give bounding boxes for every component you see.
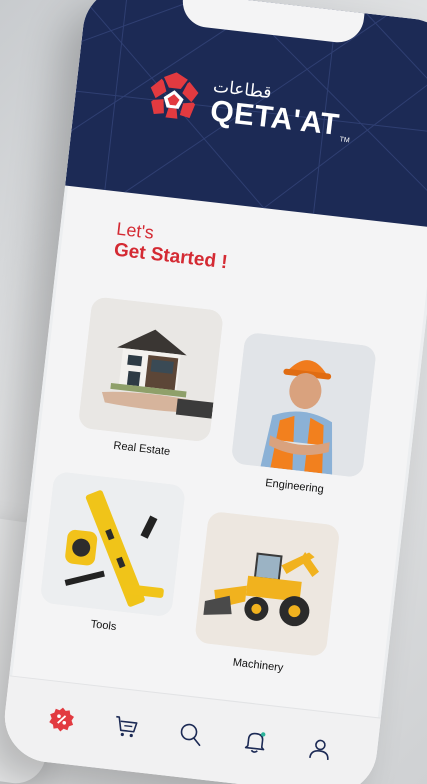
- category-card-engineering[interactable]: [230, 331, 377, 478]
- scene-background: قطاعات QETA'ATTM Let's Get Started ! Rea…: [0, 0, 427, 784]
- brand-mark-icon: [150, 72, 199, 119]
- nav-offers[interactable]: [45, 702, 78, 735]
- cart-icon: [116, 715, 138, 737]
- category-card-machinery[interactable]: [194, 510, 341, 657]
- house-on-hand-image: [77, 296, 224, 443]
- percent-badge-icon: [48, 707, 74, 731]
- search-icon: [180, 723, 201, 746]
- bottom-navigation: [0, 675, 381, 784]
- user-icon: [309, 739, 330, 760]
- nav-search[interactable]: [174, 717, 207, 750]
- bell-icon: [245, 731, 266, 753]
- category-label-engineering: Engineering: [264, 477, 325, 496]
- greeting-heading: Let's Get Started !: [113, 219, 231, 275]
- nav-cart[interactable]: [109, 710, 142, 743]
- nav-profile[interactable]: [304, 732, 337, 765]
- tools-image: [39, 471, 186, 618]
- phone-screen: قطاعات QETA'ATTM Let's Get Started ! Rea…: [0, 0, 427, 784]
- category-label-machinery: Machinery: [232, 656, 284, 675]
- trademark: TM: [339, 136, 350, 145]
- header-banner: قطاعات QETA'ATTM: [65, 0, 427, 228]
- nav-notifications[interactable]: [239, 725, 272, 758]
- category-card-real-estate[interactable]: [77, 296, 224, 443]
- backhoe-loader-image: [194, 510, 341, 657]
- category-label-tools: Tools: [90, 618, 117, 634]
- category-card-tools[interactable]: [39, 471, 186, 618]
- engineer-image: [230, 331, 377, 478]
